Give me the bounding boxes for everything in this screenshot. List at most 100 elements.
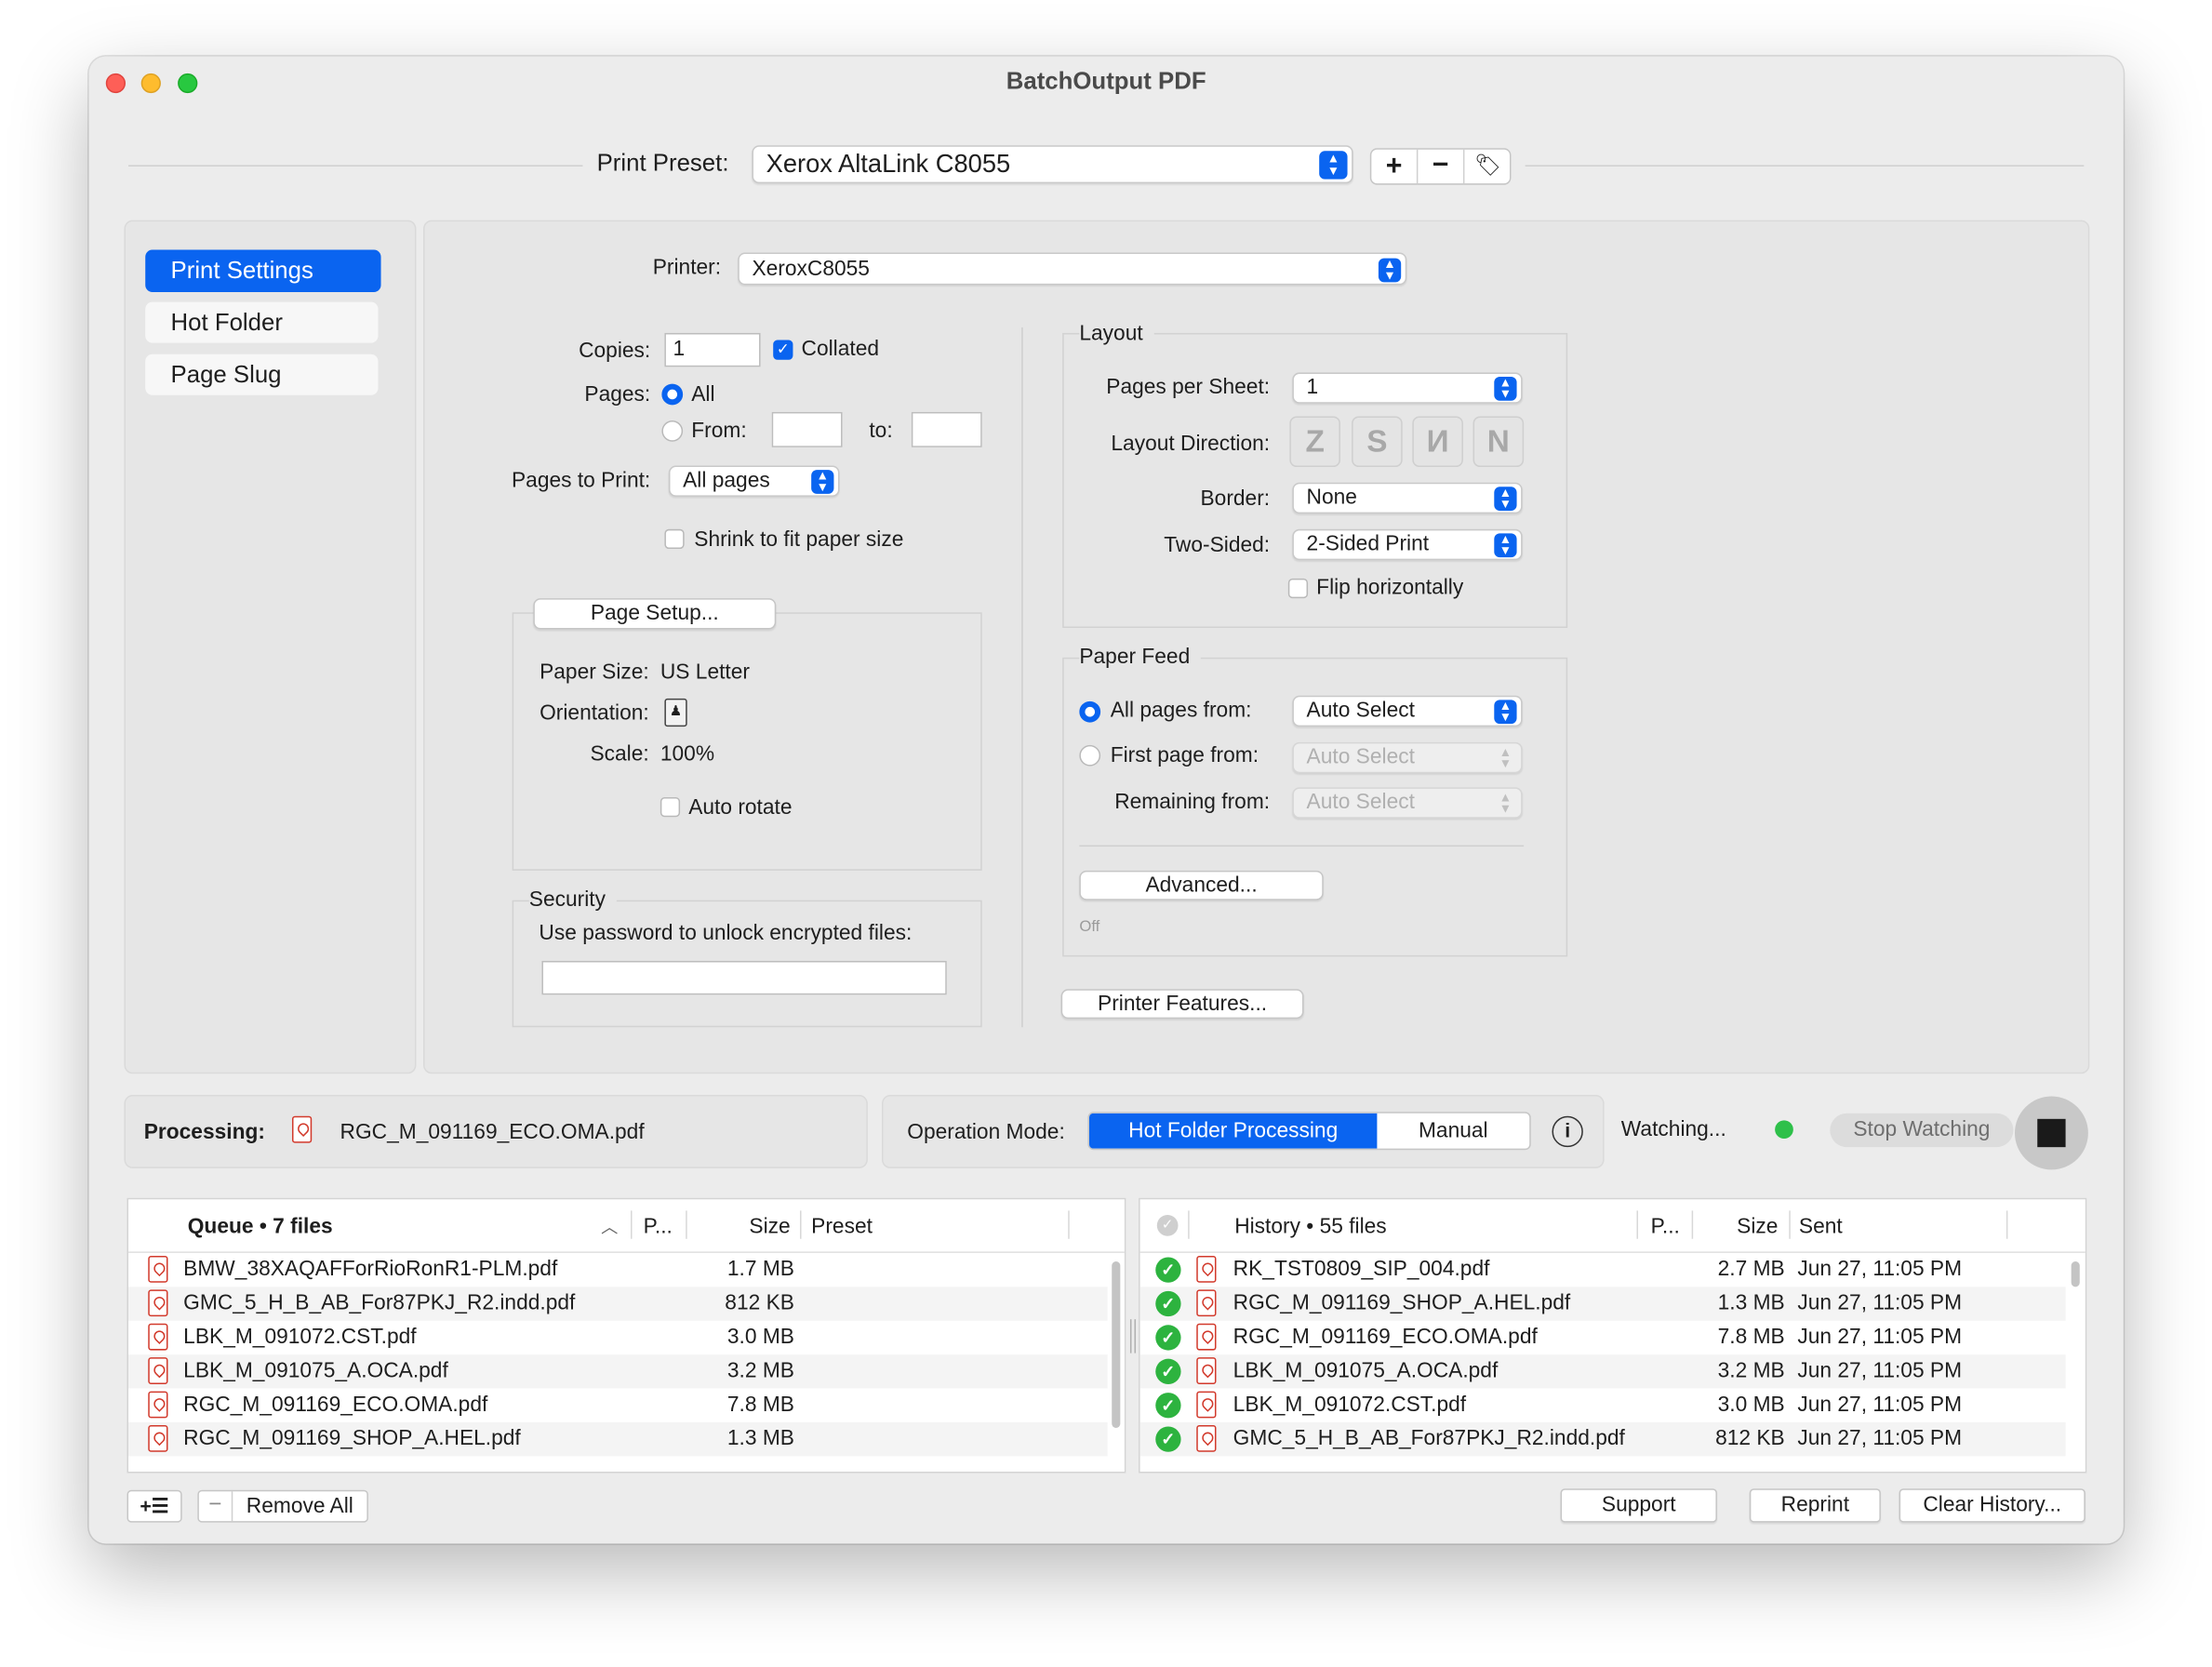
table-row[interactable]: BMW_38XAQAFForRioRonR1-PLM.pdf 1.7 MB bbox=[128, 1253, 1108, 1287]
to-field[interactable] bbox=[911, 411, 982, 447]
mode-manual[interactable]: Manual bbox=[1377, 1114, 1529, 1149]
preset-line-left bbox=[128, 165, 583, 167]
queue-file-size: 3.2 MB bbox=[726, 1358, 794, 1383]
table-row[interactable]: RGC_M_091169_SHOP_A.HEL.pdf 1.3 MB bbox=[128, 1421, 1108, 1457]
history-col-size[interactable]: Size bbox=[1737, 1215, 1778, 1239]
pages-all-radio[interactable] bbox=[661, 383, 684, 406]
add-to-queue-button[interactable]: +☰ bbox=[127, 1489, 182, 1523]
processing-file: RGC_M_091169_ECO.OMA.pdf bbox=[340, 1120, 645, 1145]
paper-feed-separator bbox=[1079, 845, 1525, 847]
table-row[interactable]: ✓ RGC_M_091169_ECO.OMA.pdf 7.8 MB Jun 27… bbox=[1140, 1321, 2066, 1354]
two-sided-select[interactable]: 2-Sided Print ▲ ▼ bbox=[1292, 528, 1523, 561]
queue-file-name: BMW_38XAQAFForRioRonR1-PLM.pdf bbox=[183, 1257, 558, 1282]
column-divider bbox=[1021, 327, 1023, 1028]
history-sent: Jun 27, 11:05 PM bbox=[1797, 1426, 1963, 1451]
queue-title[interactable]: Queue • 7 files bbox=[188, 1215, 333, 1239]
table-row[interactable]: ✓ RGC_M_091169_SHOP_A.HEL.pdf 1.3 MB Jun… bbox=[1139, 1287, 2066, 1321]
printer-select[interactable]: XeroxC8055 ▲ ▼ bbox=[738, 252, 1407, 286]
sidebar-item-label: Page Slug bbox=[170, 361, 282, 389]
table-row[interactable]: LBK_M_091072.CST.pdf 3.0 MB bbox=[128, 1321, 1108, 1354]
chevron-updown-icon: ▲ ▼ bbox=[1494, 376, 1517, 401]
pages-from-radio[interactable] bbox=[661, 420, 684, 442]
queue-file-name: GMC_5_H_B_AB_For87PKJ_R2.indd.pdf bbox=[183, 1290, 576, 1315]
table-row[interactable]: ✓ LBK_M_091075_A.OCA.pdf 3.2 MB Jun 27, … bbox=[1139, 1354, 2066, 1389]
password-field[interactable] bbox=[541, 960, 947, 995]
support-label: Support bbox=[1601, 1492, 1676, 1517]
clear-history-button[interactable]: Clear History... bbox=[1899, 1488, 2085, 1523]
watching-status-dot bbox=[1775, 1120, 1793, 1140]
queue-file-size: 1.7 MB bbox=[726, 1257, 794, 1282]
pages-per-sheet-select[interactable]: 1 ▲ ▼ bbox=[1292, 372, 1523, 404]
remove-preset-icon[interactable]: − bbox=[1418, 149, 1465, 184]
stop-watching-button[interactable]: Stop Watching bbox=[1830, 1113, 2014, 1148]
chevron-updown-icon: ▲ ▼ bbox=[1494, 700, 1517, 725]
queue-file-name: LBK_M_091072.CST.pdf bbox=[183, 1325, 417, 1350]
processing-label: Processing: bbox=[143, 1120, 265, 1145]
printer-value: XeroxC8055 bbox=[752, 257, 870, 281]
stop-button[interactable] bbox=[2014, 1096, 2088, 1170]
auto-rotate-checkbox[interactable] bbox=[660, 796, 681, 818]
flip-horizontally-checkbox[interactable] bbox=[1287, 578, 1309, 599]
clear-history-label: Clear History... bbox=[1923, 1492, 2062, 1517]
queue-col-size[interactable]: Size bbox=[749, 1215, 790, 1239]
pdf-file-icon bbox=[148, 1424, 168, 1452]
sidebar-item-page-slug[interactable]: Page Slug bbox=[145, 353, 379, 395]
queue-scrollbar[interactable] bbox=[1112, 1261, 1121, 1429]
history-scrollbar[interactable] bbox=[2071, 1261, 2080, 1287]
table-row[interactable]: ✓ GMC_5_H_B_AB_For87PKJ_R2.indd.pdf 812 … bbox=[1139, 1421, 2066, 1457]
app-window: BatchOutput PDF Print Preset: Xerox Alta… bbox=[88, 56, 2124, 1544]
preset-select[interactable]: Xerox AltaLink C8055 ▲ ▼ bbox=[752, 145, 1353, 184]
table-row[interactable]: GMC_5_H_B_AB_For87PKJ_R2.indd.pdf 812 KB bbox=[128, 1287, 1108, 1321]
first-page-from-radio[interactable] bbox=[1079, 744, 1101, 767]
support-button[interactable]: Support bbox=[1560, 1488, 1717, 1523]
collated-checkbox[interactable]: ✓ bbox=[773, 340, 793, 360]
remove-all-button[interactable]: Remove All bbox=[233, 1491, 366, 1521]
history-sent: Jun 27, 11:05 PM bbox=[1797, 1358, 1963, 1383]
remove-icon[interactable]: − bbox=[199, 1491, 233, 1522]
mode-hot-folder[interactable]: Hot Folder Processing bbox=[1088, 1113, 1378, 1149]
shrink-checkbox[interactable] bbox=[664, 528, 685, 550]
split-handle[interactable] bbox=[1129, 1319, 1137, 1354]
table-row[interactable]: RGC_M_091169_ECO.OMA.pdf 7.8 MB bbox=[128, 1389, 1108, 1422]
table-row[interactable]: LBK_M_091075_A.OCA.pdf 3.2 MB bbox=[128, 1354, 1108, 1389]
direction-n-reverse-icon[interactable]: И bbox=[1412, 416, 1463, 468]
sidebar-item-hot-folder[interactable]: Hot Folder bbox=[145, 301, 379, 343]
history-title[interactable]: History • 55 files bbox=[1234, 1215, 1387, 1239]
all-pages-from-select[interactable]: Auto Select ▲ ▼ bbox=[1292, 695, 1523, 727]
table-row[interactable]: ✓ RK_TST0809_SIP_004.pdf 2.7 MB Jun 27, … bbox=[1140, 1253, 2066, 1287]
advanced-button[interactable]: Advanced... bbox=[1079, 870, 1324, 900]
info-icon[interactable]: i bbox=[1552, 1115, 1583, 1148]
copies-field[interactable]: 1 bbox=[664, 332, 761, 367]
pages-to-print-select[interactable]: All pages ▲ ▼ bbox=[668, 465, 840, 497]
reprint-button[interactable]: Reprint bbox=[1749, 1488, 1881, 1523]
history-col-p[interactable]: P... bbox=[1651, 1215, 1680, 1239]
advanced-status: Off bbox=[1079, 918, 1100, 936]
reprint-label: Reprint bbox=[1780, 1492, 1850, 1517]
printer-label: Printer: bbox=[652, 255, 722, 280]
sidebar-item-print-settings[interactable]: Print Settings bbox=[145, 249, 381, 292]
paper-size-label: Paper Size: bbox=[540, 660, 649, 685]
all-pages-from-radio[interactable] bbox=[1079, 700, 1101, 723]
remaining-from-label: Remaining from: bbox=[1114, 790, 1271, 815]
printer-features-button[interactable]: Printer Features... bbox=[1060, 989, 1304, 1020]
page-setup-button[interactable]: Page Setup... bbox=[533, 598, 777, 630]
sort-ascending-icon: ︿ bbox=[601, 1217, 619, 1238]
direction-s-icon[interactable]: S bbox=[1352, 416, 1403, 468]
first-page-from-label: First page from: bbox=[1110, 743, 1259, 768]
table-row[interactable]: ✓ LBK_M_091072.CST.pdf 3.0 MB Jun 27, 11… bbox=[1140, 1389, 2066, 1422]
stop-watching-label: Stop Watching bbox=[1853, 1117, 1991, 1142]
preset-label: Print Preset: bbox=[596, 149, 729, 177]
queue-col-p[interactable]: P... bbox=[644, 1215, 673, 1239]
border-select[interactable]: None ▲ ▼ bbox=[1292, 482, 1523, 514]
from-field[interactable] bbox=[771, 411, 843, 447]
history-file-name: RK_TST0809_SIP_004.pdf bbox=[1233, 1257, 1490, 1282]
col-separator bbox=[1789, 1210, 1791, 1239]
history-col-sent[interactable]: Sent bbox=[1799, 1215, 1843, 1239]
tag-icon[interactable]: 🏷 bbox=[1464, 150, 1511, 183]
direction-n-icon[interactable]: N bbox=[1472, 416, 1525, 468]
direction-z-icon[interactable]: Z bbox=[1289, 416, 1340, 468]
add-preset-icon[interactable]: + bbox=[1371, 149, 1419, 184]
queue-col-preset[interactable]: Preset bbox=[811, 1215, 873, 1239]
history-sent: Jun 27, 11:05 PM bbox=[1797, 1257, 1963, 1282]
window-title: BatchOutput PDF bbox=[1006, 67, 1206, 95]
